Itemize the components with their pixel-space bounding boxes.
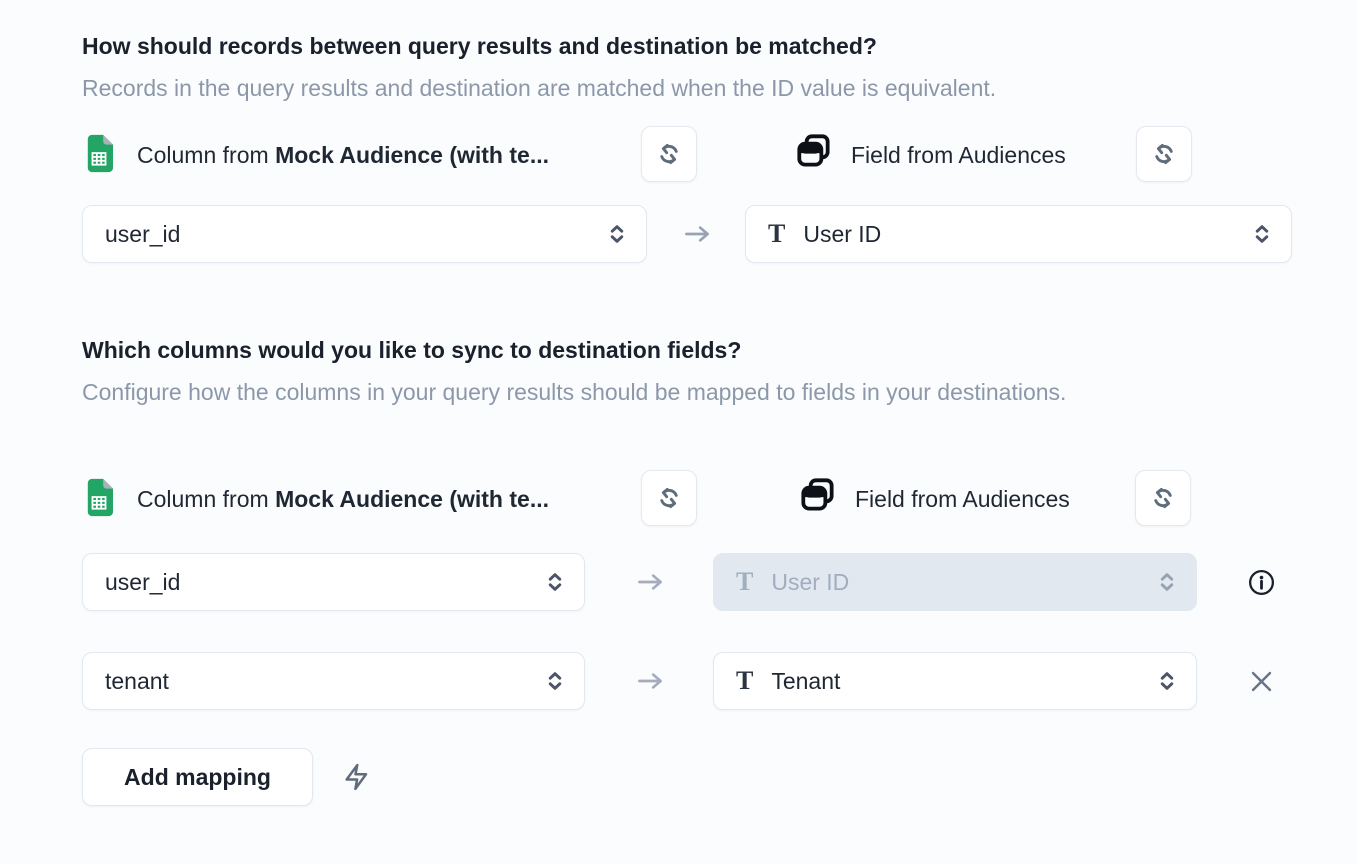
text-type-icon: T [736,569,753,595]
source-header-prefix: Column from [137,486,269,512]
destination-field-header: Field from Audiences [855,484,1070,514]
sync-source-column-select-1[interactable]: tenant [82,652,585,710]
audiences-icon [793,130,835,172]
sync-destination-field-value: Tenant [771,668,840,695]
source-header-model-name: Mock Audience (with te... [275,142,549,168]
match-source-column-select[interactable]: user_id [82,205,647,263]
refresh-source-columns-button[interactable] [641,470,697,526]
sync-source-column-value: tenant [105,668,169,695]
sync-destination-field-value: User ID [771,569,849,596]
refresh-icon [1149,484,1177,512]
arrow-right-icon [633,565,667,599]
refresh-destination-fields-button[interactable] [1135,470,1191,526]
sync-question-title: Which columns would you like to sync to … [82,335,741,365]
audiences-icon [797,474,839,516]
chevron-up-down-icon [1249,221,1275,247]
sync-destination-field-select-1[interactable]: T Tenant [713,652,1197,710]
add-mapping-button[interactable]: Add mapping [82,748,313,806]
sync-source-column-value: user_id [105,569,180,596]
refresh-source-columns-button[interactable] [641,126,697,182]
chevron-up-down-icon [542,569,568,595]
text-type-icon: T [736,668,753,694]
chevron-up-down-icon [542,668,568,694]
info-icon[interactable] [1247,568,1276,597]
arrow-right-icon [680,217,714,251]
sync-question-description: Configure how the columns in your query … [82,372,1066,412]
match-source-column-value: user_id [105,221,180,248]
arrow-right-icon [633,664,667,698]
source-column-header: Column fromMock Audience (with te... [137,484,549,514]
refresh-icon [655,140,683,168]
sync-field-mapping-page: How should records between query results… [0,0,1358,864]
match-destination-field-select[interactable]: T User ID [745,205,1292,263]
refresh-destination-fields-button[interactable] [1136,126,1192,182]
matching-question-title: How should records between query results… [82,31,877,61]
sync-destination-field-select-0: T User ID [713,553,1197,611]
source-header-prefix: Column from [137,142,269,168]
chevron-up-down-icon [1154,569,1180,595]
source-header-model-name: Mock Audience (with te... [275,486,549,512]
refresh-icon [655,484,683,512]
chevron-up-down-icon [1154,668,1180,694]
match-destination-field-value: User ID [803,221,881,248]
text-type-icon: T [768,221,785,247]
refresh-icon [1150,140,1178,168]
remove-mapping-icon[interactable] [1246,666,1277,697]
suggest-mappings-lightning-icon[interactable] [341,762,371,792]
destination-field-header: Field from Audiences [851,140,1066,170]
source-column-header: Column fromMock Audience (with te... [137,140,549,170]
matching-question-description: Records in the query results and destina… [82,68,996,108]
chevron-up-down-icon [604,221,630,247]
google-sheets-icon [85,478,113,517]
sync-source-column-select-0[interactable]: user_id [82,553,585,611]
google-sheets-icon [85,134,113,173]
